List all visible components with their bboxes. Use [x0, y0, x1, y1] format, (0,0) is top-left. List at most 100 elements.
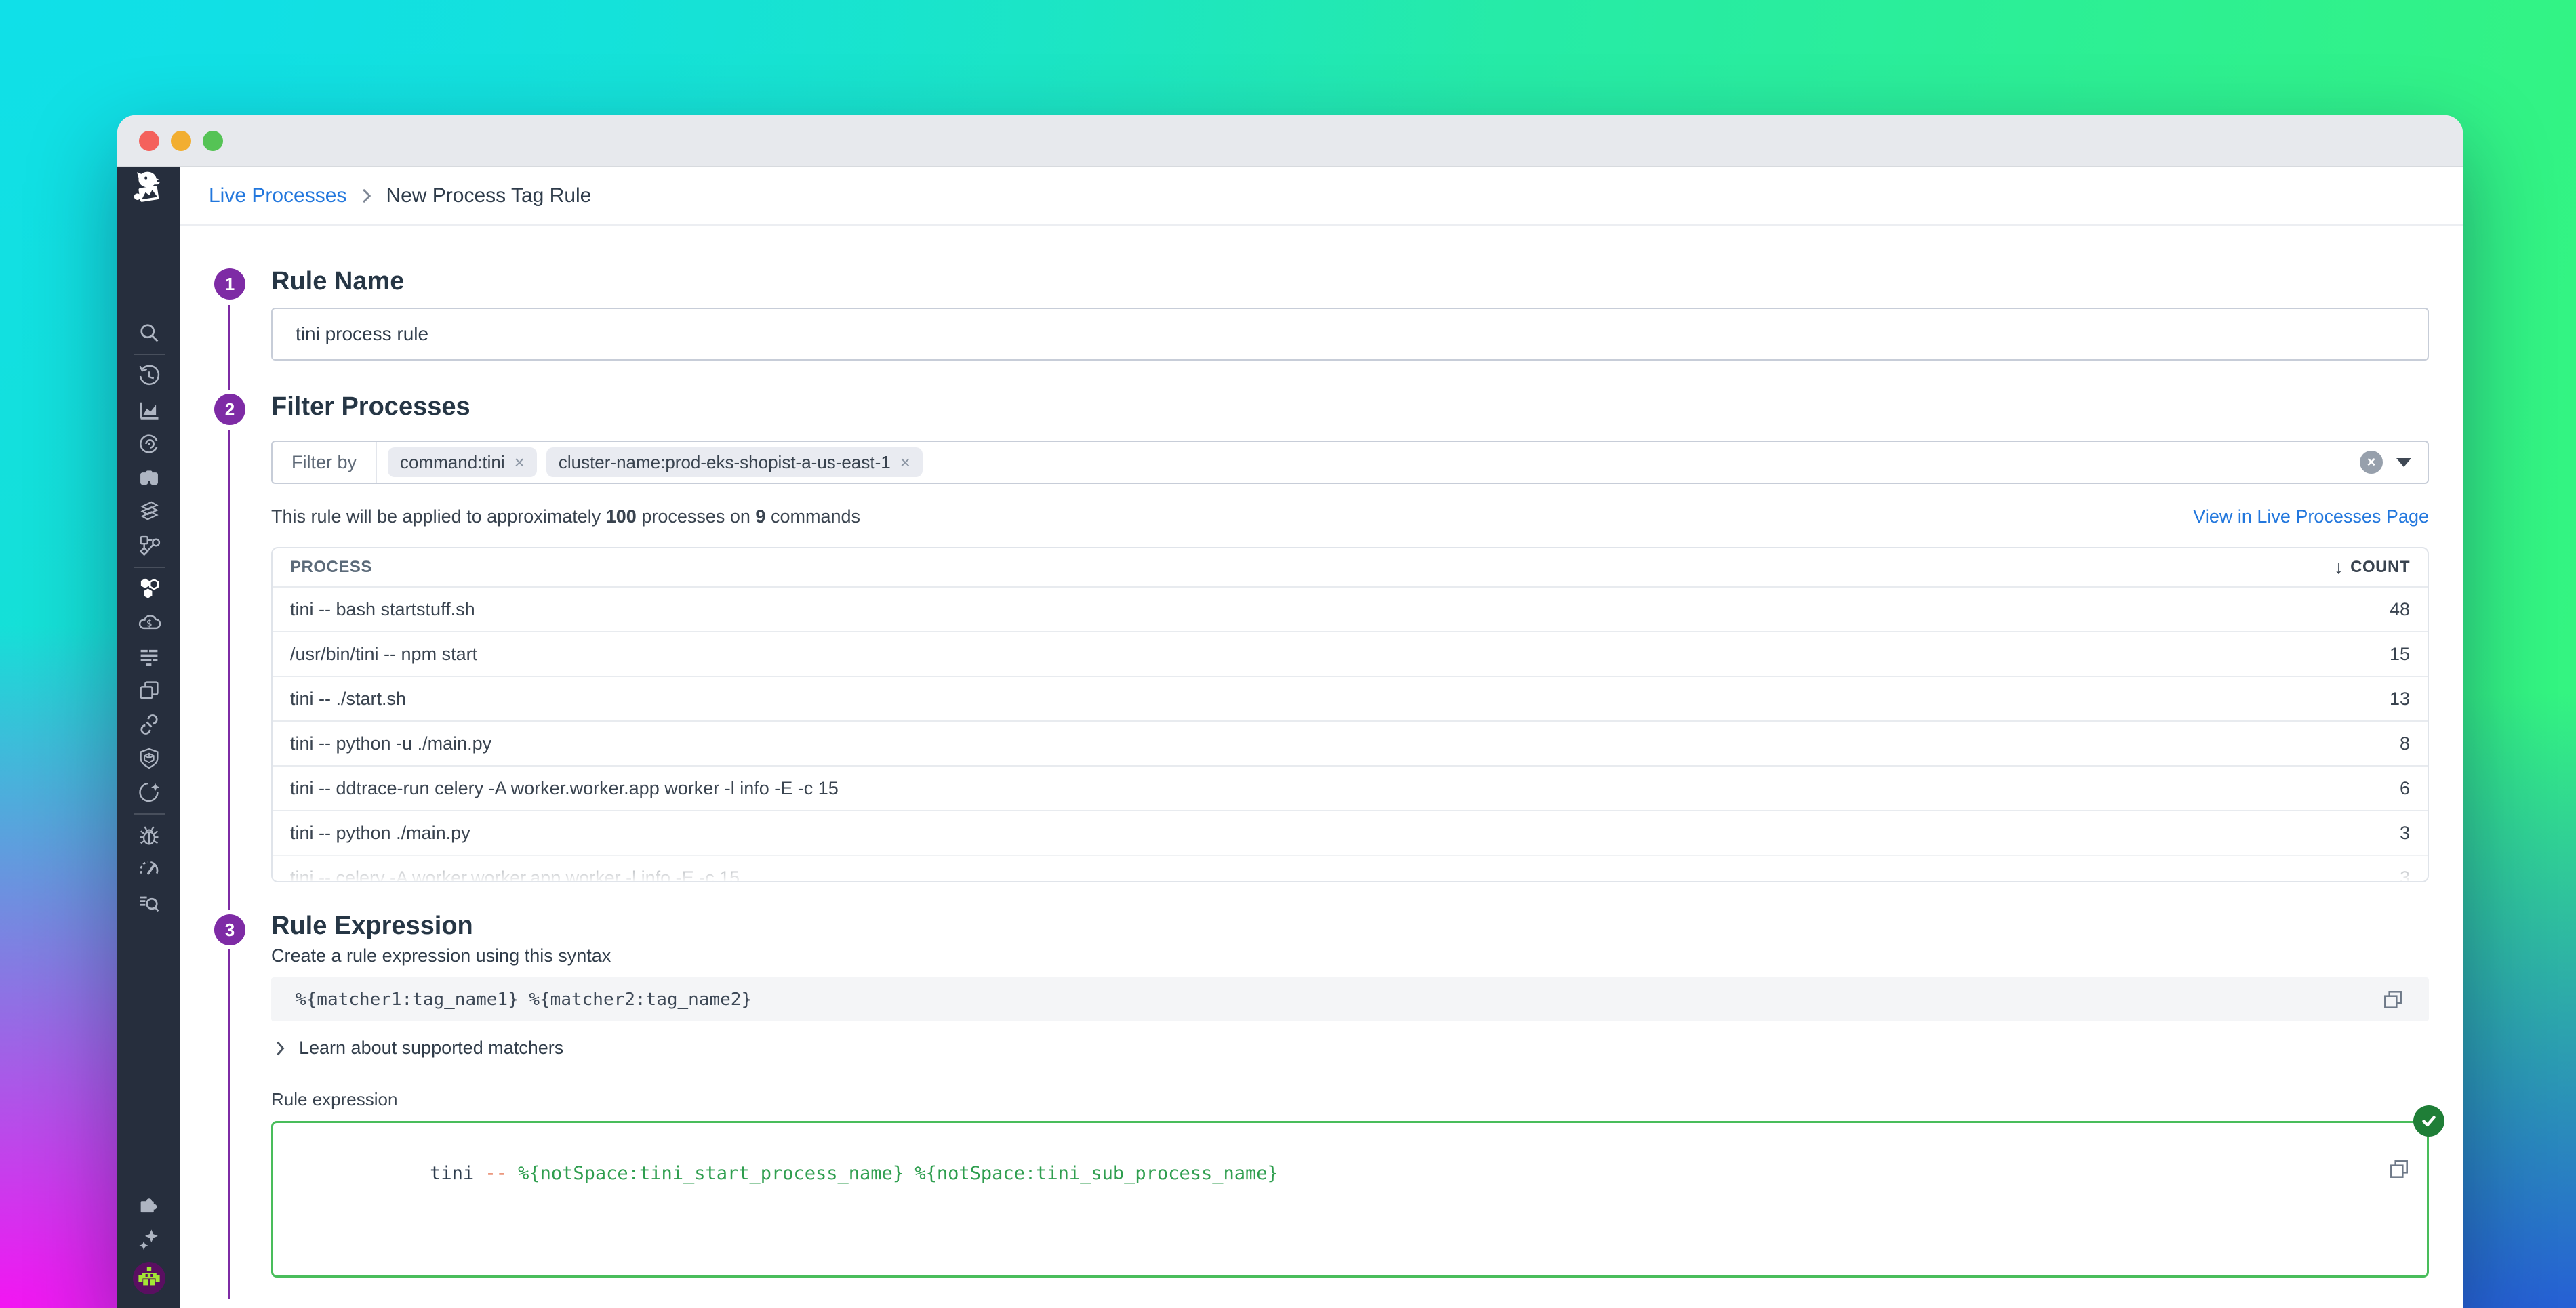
maximize-window-button[interactable] [203, 131, 223, 151]
sidebar-divider [134, 813, 165, 815]
monitors-watchdog-icon[interactable] [133, 428, 165, 459]
expression-token-matchers: %{notSpace:tini_start_process_name} %{no… [507, 1163, 1279, 1184]
processes-count: 100 [606, 506, 637, 527]
nav-sidebar: $ [117, 167, 180, 1308]
expand-chevron-icon [275, 1040, 285, 1057]
count-cell: 15 [2390, 644, 2410, 665]
dashboards-windows-icon[interactable] [133, 675, 165, 706]
filter-tag[interactable]: command:tini × [388, 447, 537, 477]
page-title: New Process Tag Rule [386, 184, 591, 207]
close-window-button[interactable] [139, 131, 159, 151]
count-cell: 48 [2390, 599, 2410, 620]
process-cell: tini -- ddtrace-run celery -A worker.wor… [290, 778, 839, 799]
step-2-badge: 2 [214, 394, 245, 425]
binoculars-icon[interactable] [133, 462, 165, 493]
history-icon[interactable] [133, 361, 165, 392]
table-row[interactable]: tini -- python ./main.py 3 [273, 810, 2428, 855]
filter-bar[interactable]: Filter by command:tini × cluster-name:pr… [271, 441, 2429, 484]
filter-by-label: Filter by [273, 442, 377, 483]
process-cell: /usr/bin/tini -- npm start [290, 644, 477, 665]
count-cell: 6 [2400, 778, 2410, 799]
window-titlebar [117, 115, 2463, 167]
process-cell: tini -- celery -A worker.worker.app work… [290, 867, 740, 883]
step-rail-2 [228, 430, 230, 910]
integrations-puzzle-icon[interactable] [133, 1190, 165, 1221]
ai-sparkles-icon[interactable] [133, 1224, 165, 1255]
rule-name-input[interactable] [271, 308, 2429, 361]
synthetics-gauge-icon[interactable] [133, 854, 165, 885]
view-live-processes-link[interactable]: View in Live Processes Page [2193, 506, 2429, 527]
syntax-example-code: %{matcher1:tag_name1} %{matcher2:tag_nam… [296, 989, 752, 1010]
copy-icon[interactable] [2381, 988, 2404, 1011]
table-row[interactable]: tini -- celery -A worker.worker.app work… [273, 855, 2428, 882]
rule-name-heading: Rule Name [271, 267, 404, 296]
search-icon[interactable] [133, 317, 165, 348]
rule-expression-editor[interactable]: tini -- %{notSpace:tini_start_process_na… [271, 1121, 2429, 1278]
count-cell: 3 [2400, 823, 2410, 844]
minimize-window-button[interactable] [171, 131, 191, 151]
step-rail-3 [228, 949, 230, 1299]
count-cell: 3 [2400, 867, 2410, 883]
sidebar-divider [134, 567, 165, 568]
watchdog-sparkle-icon[interactable] [133, 777, 165, 808]
filter-tag-text: cluster-name:prod-eks-shopist-a-us-east-… [559, 452, 891, 473]
remove-tag-icon[interactable]: × [900, 452, 910, 473]
filter-processes-heading: Filter Processes [271, 392, 470, 422]
ci-chain-icon[interactable] [133, 709, 165, 740]
process-cell: tini -- python -u ./main.py [290, 733, 491, 754]
table-header: PROCESS ↓ COUNT [273, 548, 2428, 586]
process-cell: tini -- bash startstuff.sh [290, 599, 475, 620]
software-catalog-layers-icon[interactable] [133, 496, 165, 527]
expression-valid-check-icon [2413, 1105, 2444, 1137]
process-table: PROCESS ↓ COUNT tini -- bash startstuff.… [271, 547, 2429, 882]
breadcrumb-chevron-icon [360, 187, 372, 205]
log-explorer-search-icon[interactable] [133, 888, 165, 919]
filter-dropdown-caret-icon[interactable] [2396, 458, 2411, 467]
cloud-cost-icon[interactable]: $ [133, 607, 165, 638]
filter-tag[interactable]: cluster-name:prod-eks-shopist-a-us-east-… [546, 447, 923, 477]
process-cell: tini -- python ./main.py [290, 823, 470, 844]
logs-icon[interactable] [133, 641, 165, 672]
count-cell: 8 [2400, 733, 2410, 754]
remove-tag-icon[interactable]: × [515, 452, 525, 473]
sidebar-divider [134, 354, 165, 355]
step-1-number: 1 [225, 274, 235, 295]
desktop-background: $ [0, 0, 2576, 1308]
containers-hexagons-icon-active[interactable] [133, 573, 165, 605]
rule-expression-label: Rule expression [271, 1089, 397, 1110]
step-rail-1 [228, 305, 230, 390]
apply-summary: This rule will be applied to approximate… [271, 506, 2429, 527]
summary-mid: processes on [637, 506, 756, 527]
filter-tag-text: command:tini [400, 452, 505, 473]
table-row[interactable]: /usr/bin/tini -- npm start 15 [273, 631, 2428, 676]
metrics-chart-icon[interactable] [133, 394, 165, 426]
table-row[interactable]: tini -- ./start.sh 13 [273, 676, 2428, 720]
table-row[interactable]: tini -- bash startstuff.sh 48 [273, 586, 2428, 631]
syntax-intro-text: Create a rule expression using this synt… [271, 945, 611, 966]
breadcrumb-live-processes-link[interactable]: Live Processes [209, 184, 346, 207]
commands-count: 9 [755, 506, 765, 527]
syntax-example-block: %{matcher1:tag_name1} %{matcher2:tag_nam… [271, 977, 2429, 1021]
rule-expression-heading: Rule Expression [271, 912, 473, 941]
clear-filters-icon[interactable]: × [2360, 451, 2383, 474]
step-2-number: 2 [225, 399, 235, 420]
user-avatar[interactable] [133, 1262, 165, 1294]
table-row[interactable]: tini -- python -u ./main.py 8 [273, 720, 2428, 765]
count-column-header[interactable]: ↓ COUNT [2334, 557, 2410, 578]
security-shield-icon[interactable] [133, 743, 165, 774]
sort-desc-icon: ↓ [2334, 557, 2343, 578]
table-row[interactable]: tini -- ddtrace-run celery -A worker.wor… [273, 765, 2428, 810]
service-map-icon[interactable] [133, 530, 165, 561]
error-tracking-bug-icon[interactable] [133, 820, 165, 851]
process-column-header[interactable]: PROCESS [290, 558, 372, 577]
expression-token-operator: -- [485, 1163, 507, 1184]
summary-prefix: This rule will be applied to approximate… [271, 506, 606, 527]
app-window: $ [117, 115, 2463, 1308]
copy-icon[interactable] [2233, 1137, 2411, 1206]
count-cell: 13 [2390, 689, 2410, 710]
step-3-number: 3 [225, 920, 235, 941]
step-3-badge: 3 [214, 914, 245, 945]
datadog-logo-icon[interactable] [133, 172, 165, 203]
learn-matchers-expander[interactable]: Learn about supported matchers [275, 1038, 563, 1059]
process-cell: tini -- ./start.sh [290, 689, 406, 710]
